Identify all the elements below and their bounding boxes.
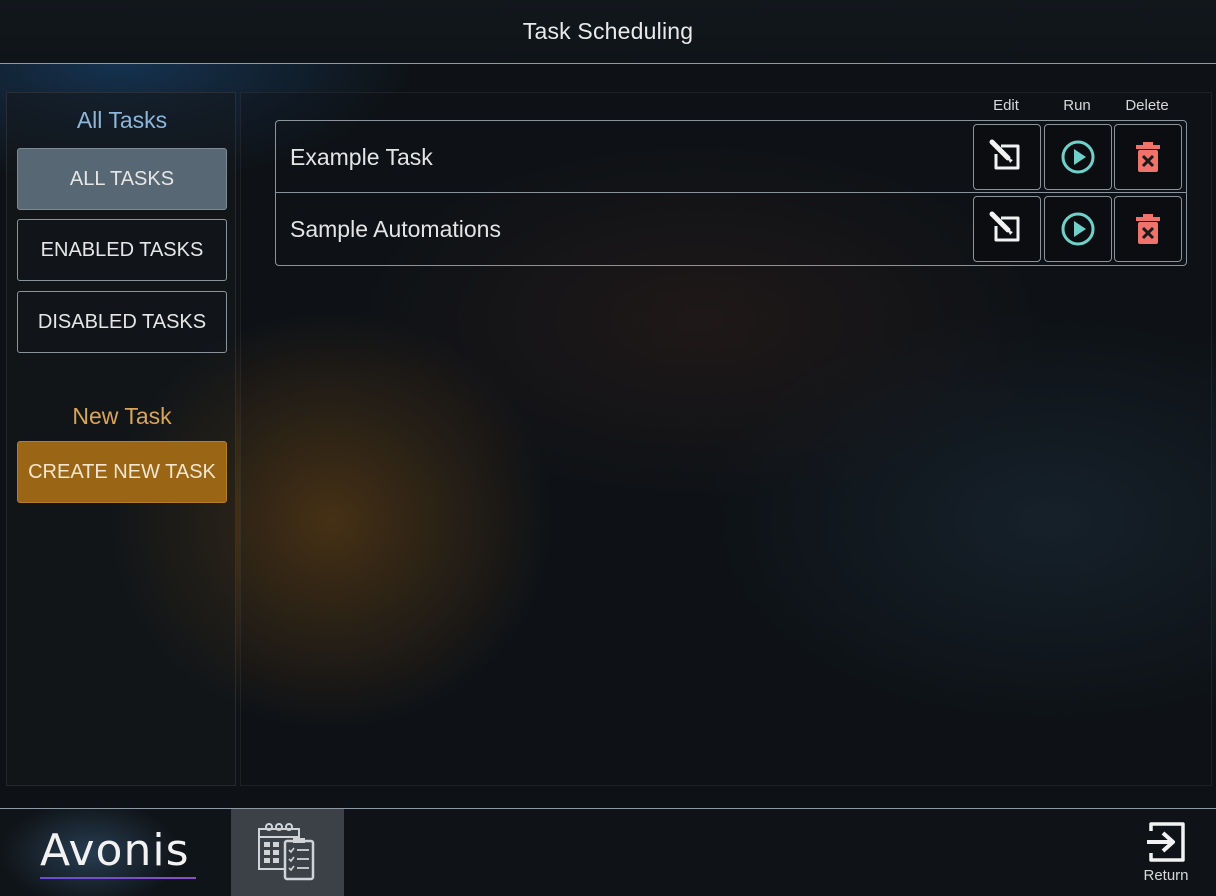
edit-task-button[interactable] bbox=[973, 196, 1041, 262]
logo[interactable]: Avonis bbox=[0, 809, 232, 896]
calendar-checklist-icon bbox=[258, 823, 315, 881]
task-list: Example Task Sample Automations bbox=[275, 120, 1187, 266]
page-title: Task Scheduling bbox=[522, 18, 694, 44]
run-task-button[interactable] bbox=[1044, 124, 1112, 190]
disabled-tasks-button[interactable]: DISABLED TASKS bbox=[17, 291, 227, 353]
column-header-edit: Edit bbox=[993, 97, 1019, 114]
run-task-button[interactable] bbox=[1044, 196, 1112, 262]
create-new-task-button[interactable]: CREATE NEW TASK bbox=[17, 441, 227, 503]
task-row: Sample Automations bbox=[276, 193, 1186, 265]
edit-icon bbox=[989, 139, 1020, 170]
task-name[interactable]: Sample Automations bbox=[290, 193, 501, 265]
delete-task-button[interactable] bbox=[1114, 196, 1182, 262]
trash-icon bbox=[1136, 142, 1160, 172]
all-tasks-section-title: All Tasks bbox=[76, 107, 168, 133]
play-circle-icon bbox=[1061, 212, 1095, 246]
trash-icon bbox=[1136, 214, 1160, 244]
return-label: Return bbox=[1143, 867, 1189, 884]
header-bar: Task Scheduling bbox=[0, 0, 1216, 64]
task-row: Example Task bbox=[276, 121, 1186, 193]
logo-underline bbox=[40, 877, 196, 879]
task-panel: Edit Run Delete Example Task Sample Auto… bbox=[240, 92, 1212, 786]
new-task-section-title: New Task bbox=[72, 403, 172, 429]
calendar-tab[interactable] bbox=[232, 809, 344, 896]
exit-arrow-icon bbox=[1147, 822, 1185, 862]
play-circle-icon bbox=[1061, 140, 1095, 174]
all-tasks-button[interactable]: ALL TASKS bbox=[17, 148, 227, 210]
task-name[interactable]: Example Task bbox=[290, 121, 433, 193]
enabled-tasks-button[interactable]: ENABLED TASKS bbox=[17, 219, 227, 281]
edit-icon bbox=[989, 211, 1020, 242]
sidebar: All Tasks ALL TASKS ENABLED TASKS DISABL… bbox=[6, 92, 236, 786]
footer-bar: Avonis Return bbox=[0, 808, 1216, 896]
logo-text: Avonis bbox=[40, 825, 190, 876]
column-header-run: Run bbox=[1063, 97, 1091, 114]
column-header-delete: Delete bbox=[1125, 97, 1169, 114]
return-button[interactable]: Return bbox=[1130, 819, 1202, 891]
edit-task-button[interactable] bbox=[973, 124, 1041, 190]
delete-task-button[interactable] bbox=[1114, 124, 1182, 190]
